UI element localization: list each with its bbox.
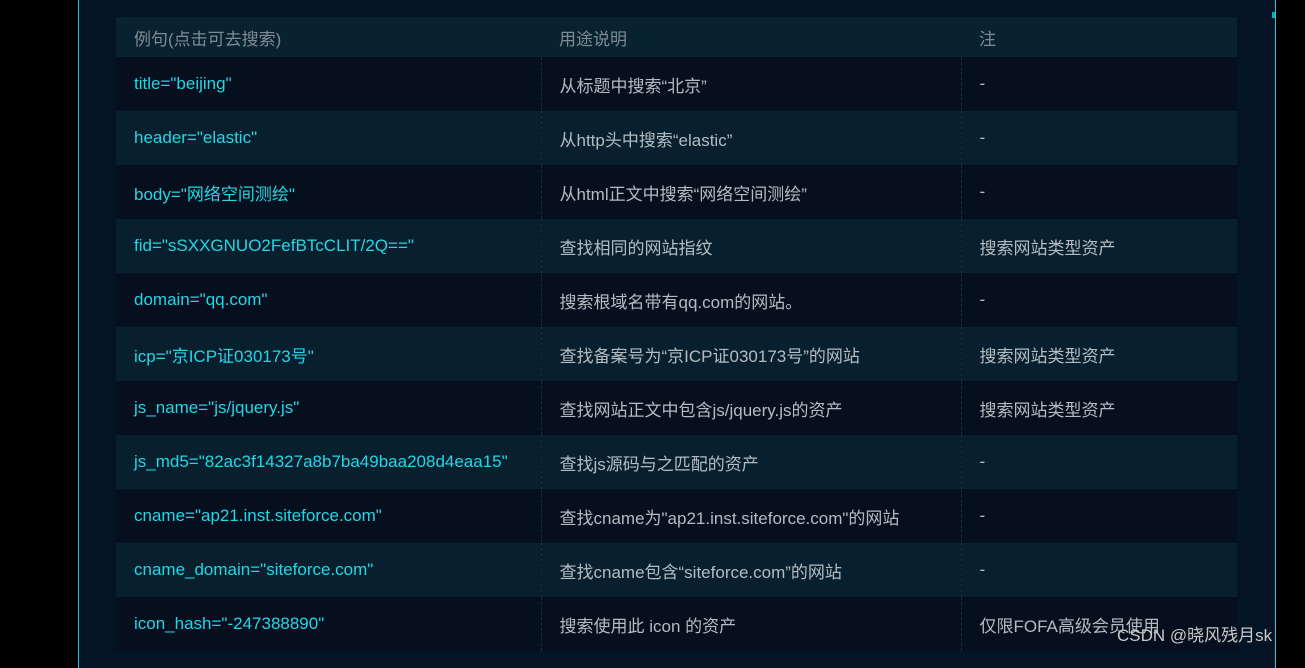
example-query-link[interactable]: body="网络空间测绘" xyxy=(116,165,541,219)
note-cell: - xyxy=(960,543,1237,597)
note-cell: - xyxy=(960,57,1237,111)
usage-description: 从html正文中搜索“网络空间测绘” xyxy=(540,165,961,219)
usage-description: 从http头中搜索“elastic” xyxy=(540,111,961,165)
syntax-panel: 例句(点击可去搜索) 用途说明 注 title="beijing" 从标题中搜索“… xyxy=(78,0,1276,668)
example-query-link[interactable]: js_name="js/jquery.js" xyxy=(116,381,541,435)
table-row: header="elastic" 从http头中搜索“elastic” - xyxy=(116,111,1237,165)
example-query-link[interactable]: cname_domain="siteforce.com" xyxy=(116,543,541,597)
usage-description: 搜索根域名带有qq.com的网站。 xyxy=(540,273,961,327)
table-body: title="beijing" 从标题中搜索“北京” - header="elasti… xyxy=(116,57,1237,651)
note-cell: 搜索网站类型资产 xyxy=(960,219,1237,273)
table-row: fid="sSXXGNUO2FefBTcCLIT/2Q==" 查找相同的网站指纹搜… xyxy=(116,219,1237,273)
usage-description: 查找js源码与之匹配的资产 xyxy=(540,435,961,489)
example-query-link[interactable]: header="elastic" xyxy=(116,111,541,165)
scrollbar[interactable] xyxy=(1272,12,1275,18)
table-row: body="网络空间测绘" 从html正文中搜索“网络空间测绘” - xyxy=(116,165,1237,219)
usage-description: 查找cname包含“siteforce.com”的网站 xyxy=(540,543,961,597)
table-row: cname_domain="siteforce.com" 查找cname包含“si… xyxy=(116,543,1237,597)
usage-description: 查找相同的网站指纹 xyxy=(540,219,961,273)
example-query-link[interactable]: fid="sSXXGNUO2FefBTcCLIT/2Q==" xyxy=(116,219,541,273)
table-row: domain="qq.com" 搜索根域名带有qq.com的网站。 - xyxy=(116,273,1237,327)
example-query-link[interactable]: icon_hash="-247388890" xyxy=(116,597,541,651)
example-query-link[interactable]: cname="ap21.inst.siteforce.com" xyxy=(116,489,541,543)
table-row: icp="京ICP证030173号" 查找备案号为“京ICP证030173号”的网… xyxy=(116,327,1237,381)
table-row: title="beijing" 从标题中搜索“北京” - xyxy=(116,57,1237,111)
example-query-link[interactable]: js_md5="82ac3f14327a8b7ba49baa208d4eaa15… xyxy=(116,435,541,489)
usage-description: 搜索使用此 icon 的资产 xyxy=(540,597,961,651)
column-header-example: 例句(点击可去搜索) xyxy=(116,17,541,57)
usage-description: 查找备案号为“京ICP证030173号”的网站 xyxy=(540,327,961,381)
note-cell: - xyxy=(960,165,1237,219)
column-header-description: 用途说明 xyxy=(541,17,961,57)
usage-description: 查找cname为"ap21.inst.siteforce.com"的网站 xyxy=(540,489,961,543)
table-row: icon_hash="-247388890" 搜索使用此 icon 的资产 仅限FO… xyxy=(116,597,1237,651)
table-row: cname="ap21.inst.siteforce.com" 查找cname为"… xyxy=(116,489,1237,543)
search-syntax-table: 例句(点击可去搜索) 用途说明 注 title="beijing" 从标题中搜索“… xyxy=(116,17,1237,651)
usage-description: 查找网站正文中包含js/jquery.js的资产 xyxy=(540,381,961,435)
table-row: js_name="js/jquery.js" 查找网站正文中包含js/jquery… xyxy=(116,381,1237,435)
csdn-watermark: CSDN @晓风残月sk xyxy=(1117,626,1273,645)
example-query-link[interactable]: icp="京ICP证030173号" xyxy=(116,327,541,381)
note-cell: - xyxy=(960,273,1237,327)
note-cell: - xyxy=(960,489,1237,543)
note-cell: - xyxy=(960,435,1237,489)
example-query-link[interactable]: domain="qq.com" xyxy=(116,273,541,327)
table-row: js_md5="82ac3f14327a8b7ba49baa208d4eaa15… xyxy=(116,435,1237,489)
note-cell: - xyxy=(960,111,1237,165)
column-header-note: 注 xyxy=(961,17,1237,57)
note-cell: 搜索网站类型资产 xyxy=(960,327,1237,381)
example-query-link[interactable]: title="beijing" xyxy=(116,57,541,111)
note-cell: 搜索网站类型资产 xyxy=(960,381,1237,435)
table-header-row: 例句(点击可去搜索) 用途说明 注 xyxy=(116,17,1237,57)
usage-description: 从标题中搜索“北京” xyxy=(540,57,961,111)
